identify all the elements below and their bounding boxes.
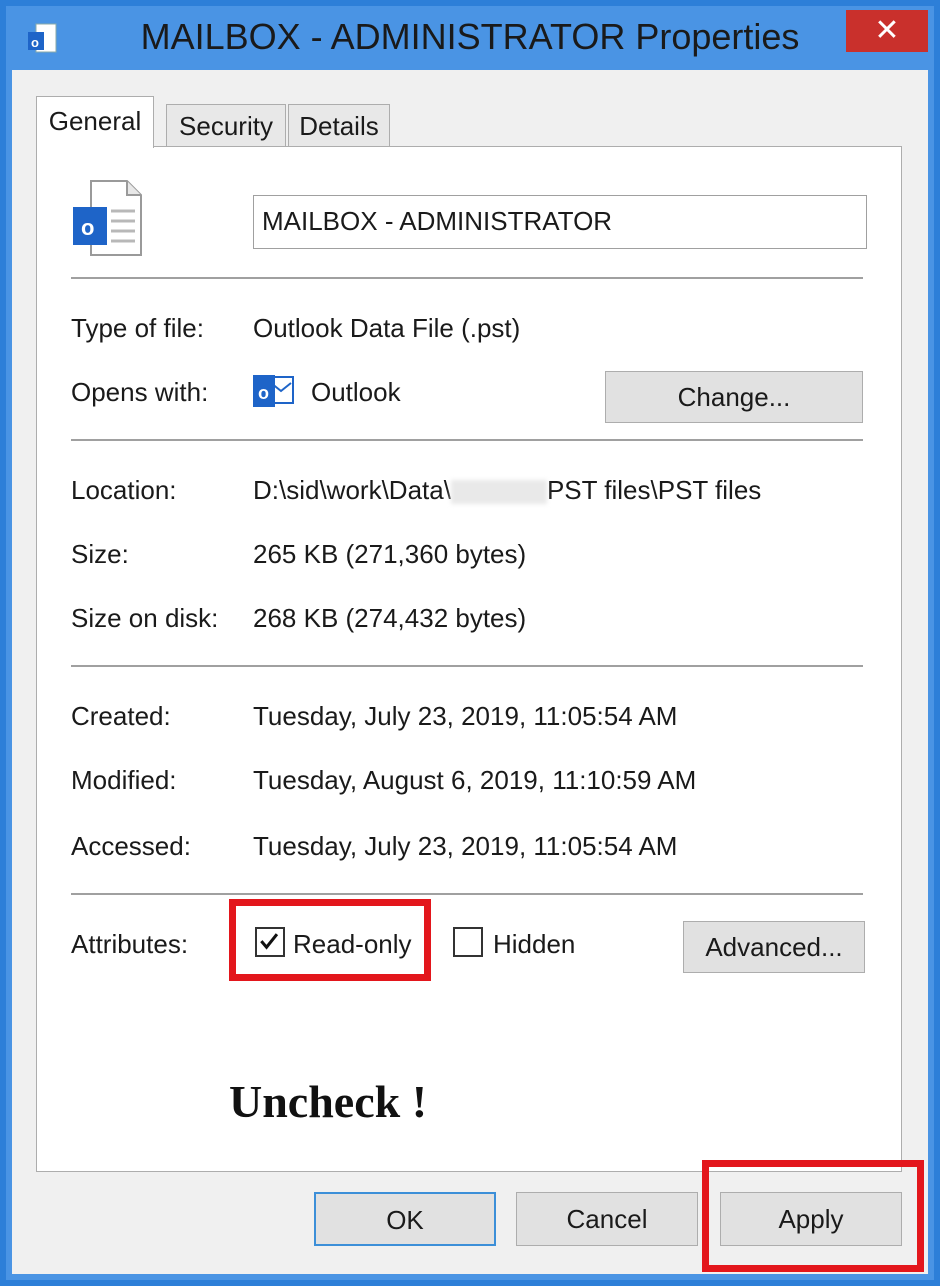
dialog-body: General Security Details o MAILBOX - ADM… — [12, 70, 928, 1274]
tab-security[interactable]: Security — [166, 104, 286, 146]
modified-label: Modified: — [71, 765, 177, 795]
type-value: Outlook Data File (.pst) — [253, 313, 521, 343]
size-on-disk-value: 268 KB (274,432 bytes) — [253, 603, 527, 633]
tab-general[interactable]: General — [36, 96, 154, 148]
opens-with-label: Opens with: — [71, 377, 209, 407]
general-panel: o MAILBOX - ADMINISTRATOR Type of file: … — [36, 146, 902, 1172]
opens-with-value: Outlook — [311, 377, 401, 407]
advanced-button[interactable]: Advanced... — [683, 921, 865, 973]
created-label: Created: — [71, 701, 171, 731]
size-value: 265 KB (271,360 bytes) — [253, 539, 527, 569]
pst-file-icon: o — [73, 180, 142, 256]
separator — [71, 665, 863, 667]
close-button[interactable]: ✕ — [846, 10, 928, 52]
annotation-text: Uncheck ! — [229, 1076, 428, 1127]
svg-text:o: o — [258, 383, 269, 403]
type-label: Type of file: — [71, 313, 204, 343]
tab-details[interactable]: Details — [288, 104, 390, 146]
accessed-label: Accessed: — [71, 831, 191, 861]
size-label: Size: — [71, 539, 129, 569]
ok-button[interactable]: OK — [314, 1192, 496, 1246]
separator — [71, 277, 863, 279]
outlook-icon: o — [253, 375, 294, 407]
separator — [71, 439, 863, 441]
file-name-input[interactable]: MAILBOX - ADMINISTRATOR — [253, 195, 867, 249]
modified-value: Tuesday, August 6, 2019, 11:10:59 AM — [253, 765, 697, 795]
separator — [71, 893, 863, 895]
title-bar[interactable]: o MAILBOX - ADMINISTRATOR Properties ✕ — [6, 6, 934, 70]
redacted-segment — [450, 480, 547, 505]
checkmark-icon — [260, 933, 279, 950]
created-value: Tuesday, July 23, 2019, 11:05:54 AM — [253, 701, 678, 731]
readonly-checkbox[interactable] — [255, 927, 285, 957]
attributes-label: Attributes: — [71, 929, 189, 959]
window-title: MAILBOX - ADMINISTRATOR Properties — [140, 16, 800, 57]
hidden-checkbox[interactable] — [453, 927, 483, 957]
size-on-disk-label: Size on disk: — [71, 603, 219, 633]
accessed-value: Tuesday, July 23, 2019, 11:05:54 AM — [253, 831, 678, 861]
location-value: D:\sid\work\Data\ PST files\PST files — [253, 475, 762, 505]
hidden-label[interactable]: Hidden — [493, 929, 575, 960]
apply-button[interactable]: Apply — [720, 1192, 902, 1246]
cancel-button[interactable]: Cancel — [516, 1192, 698, 1246]
readonly-label[interactable]: Read-only — [293, 929, 412, 960]
svg-text:o: o — [81, 215, 94, 240]
location-label: Location: — [71, 475, 177, 505]
change-button[interactable]: Change... — [605, 371, 863, 423]
